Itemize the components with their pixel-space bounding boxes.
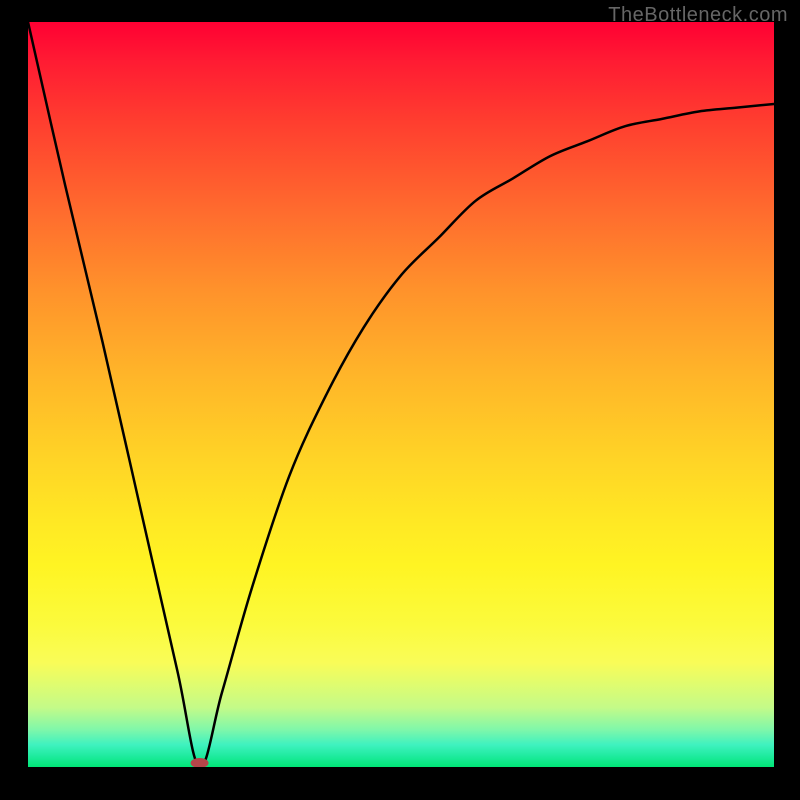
bottleneck-curve [28,22,774,767]
chart-svg [28,22,774,767]
watermark-label: TheBottleneck.com [608,4,788,27]
chart-plot-area [28,22,774,767]
